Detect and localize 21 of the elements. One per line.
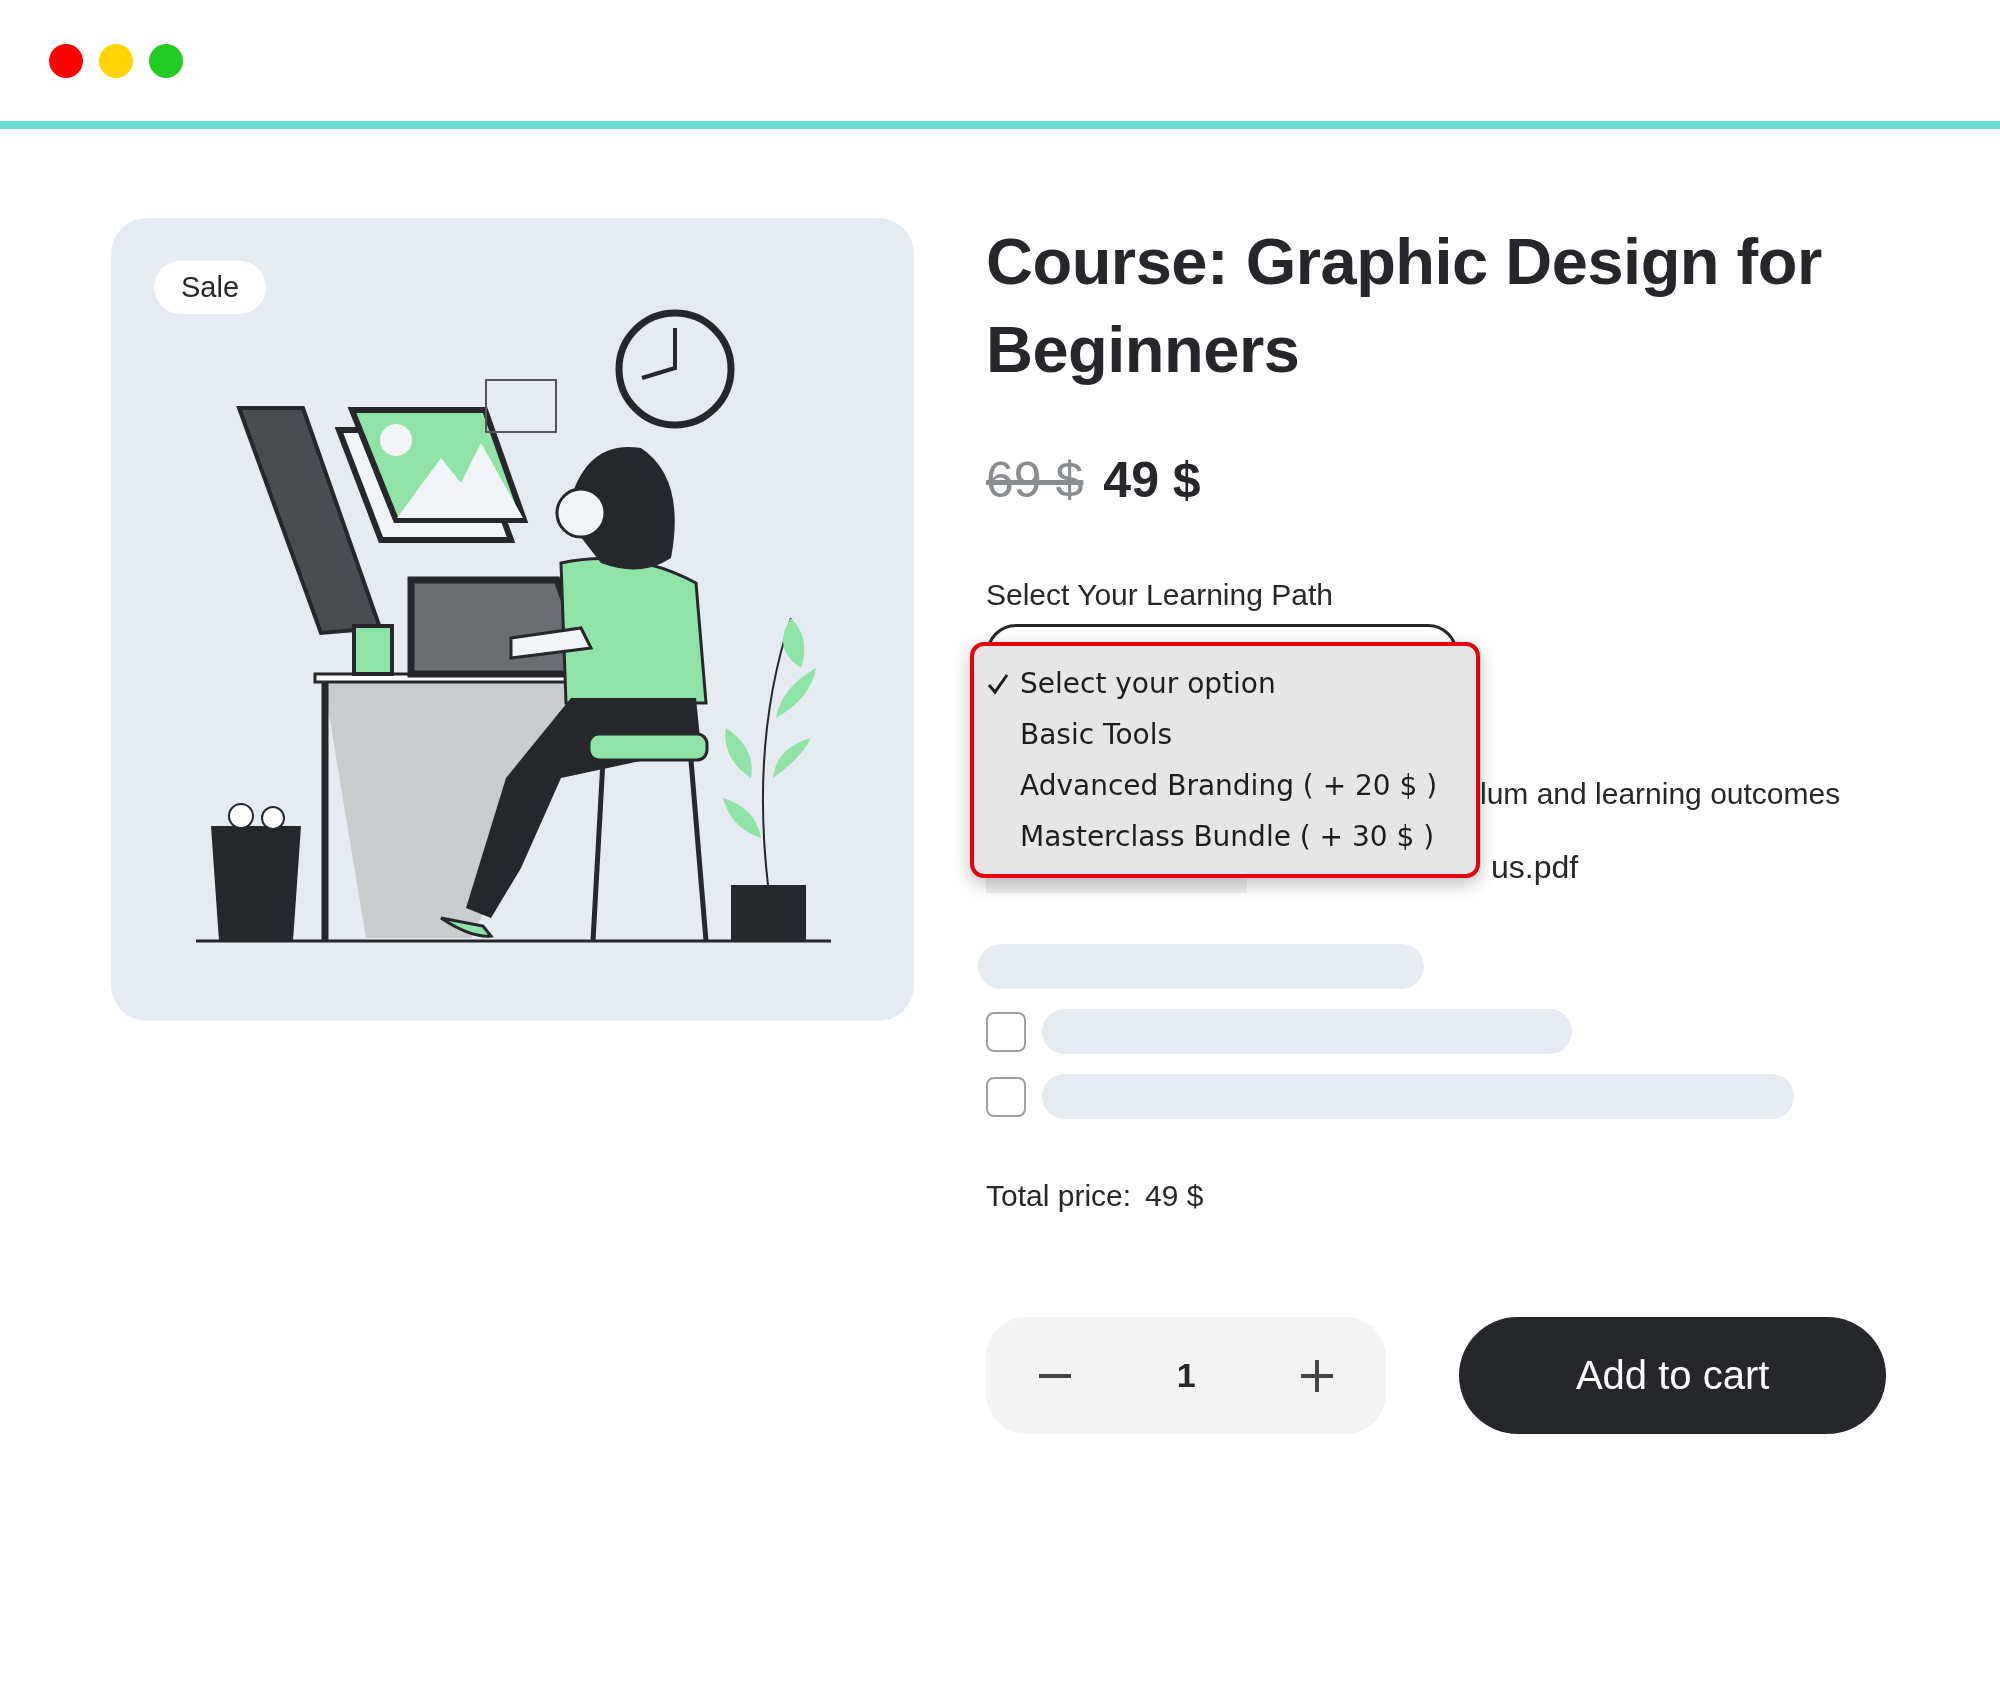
file-name: us.pdf: [1491, 848, 1579, 886]
description-text: lum and learning outcomes: [1480, 777, 1841, 811]
plus-icon: [1301, 1359, 1334, 1392]
sale-badge: Sale: [154, 261, 267, 314]
checkbox[interactable]: [986, 1011, 1026, 1052]
total-label: Total price:: [986, 1179, 1132, 1213]
quantity-value: 1: [1176, 1356, 1196, 1395]
window-control-button[interactable]: [149, 43, 183, 78]
dropdown-option[interactable]: Basic Tools: [974, 709, 1476, 760]
total-value: 49 $: [1145, 1179, 1204, 1213]
minus-icon: [1039, 1373, 1071, 1378]
dropdown-option[interactable]: Masterclass Bundle ( + 30 $ ): [974, 811, 1476, 862]
product-title: Course: Graphic Design for Beginners: [986, 224, 1823, 388]
add-to-cart-button[interactable]: Add to cart: [1459, 1317, 1886, 1434]
checkbox[interactable]: [986, 1076, 1026, 1117]
price: 49 $: [1103, 451, 1201, 509]
option-label: Select Your Learning Path: [986, 578, 1334, 612]
dropdown-option[interactable]: Advanced Branding ( + 20 $ ): [974, 760, 1476, 811]
window-control-button[interactable]: [49, 43, 83, 78]
dropdown-option[interactable]: Select your option: [974, 658, 1476, 709]
old-price: 69 $: [986, 451, 1084, 509]
